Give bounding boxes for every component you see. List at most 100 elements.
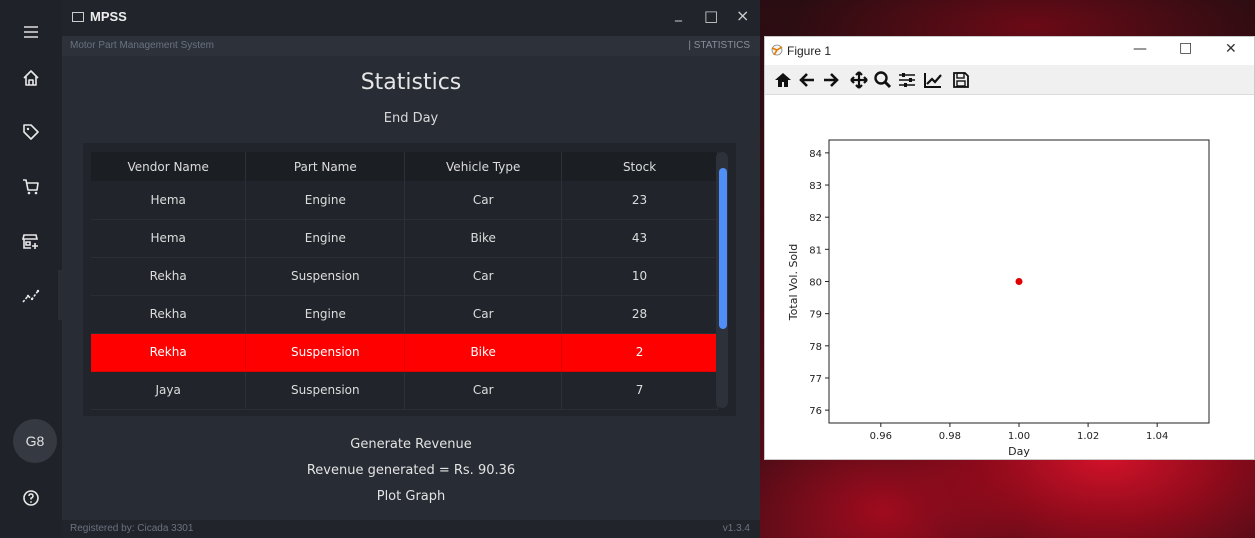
column-header-vehicle[interactable]: Vehicle Type [404,152,563,181]
zoom-icon[interactable] [873,71,893,89]
sidebar-item-cart[interactable] [0,159,62,215]
cell-vendor: Hema [91,219,247,258]
figure-maximize-button[interactable]: □ [1179,40,1192,56]
table-row[interactable]: Hema Engine Bike 43 [91,219,718,258]
cell-vehicle: Car [404,181,563,220]
cell-part: Suspension [245,257,406,296]
cell-vehicle: Car [404,257,563,296]
app-title: MPSS [72,9,127,24]
app-title-text: MPSS [90,9,127,24]
table-row[interactable]: Rekha Suspension Bike 2 [91,333,718,372]
figure-title: Figure 1 [787,44,832,58]
avatar[interactable]: G8 [13,419,57,463]
home-icon [23,70,39,86]
sidebar-item-statistics[interactable] [0,268,62,324]
y-tick-label: 84 [809,149,822,160]
scrollbar-thumb[interactable] [719,168,727,329]
table-row[interactable]: Jaya Suspension Car 7 [91,371,718,410]
x-tick-label: 1.02 [1077,431,1099,442]
cell-part: Suspension [245,371,406,410]
generate-revenue-button[interactable]: Generate Revenue [62,437,760,452]
cell-vehicle: Car [404,295,563,334]
cell-vendor: Rekha [91,257,247,296]
configure-icon[interactable] [897,71,917,89]
cell-stock: 28 [561,295,718,334]
x-tick-label: 1.04 [1146,431,1168,442]
title-bar[interactable]: MPSS _ □ × [62,0,760,36]
cell-part: Suspension [245,333,406,372]
figure-title-bar[interactable]: Figure 1 — □ ✕ [765,37,1254,65]
sidebar-item-store[interactable] [0,214,62,270]
cell-stock: 43 [561,219,718,258]
y-tick-label: 82 [809,213,822,224]
active-indicator [58,270,62,320]
figure-window: Figure 1 — □ ✕ 76 77 78 79 80 81 82 83 8… [764,36,1255,460]
x-tick-label: 0.98 [939,431,961,442]
registered-by: Registered by: Cicada 3301 [70,523,194,534]
app-subtitle: Motor Part Management System [70,40,214,51]
edit-axis-icon[interactable] [923,71,943,89]
matplotlib-logo-icon [771,44,783,56]
figure-toolbar [765,65,1254,95]
y-tick-label: 77 [809,374,822,385]
revenue-result: Revenue generated = Rs. 90.36 [306,463,516,478]
table-row[interactable]: Hema Engine Car 23 [91,181,718,220]
page-title: Statistics [360,70,462,95]
window-icon [72,12,84,22]
help-icon [23,490,39,506]
column-header-part[interactable]: Part Name [245,152,406,181]
sub-header: Motor Part Management System | STATISTIC… [62,36,760,56]
figure-close-button[interactable]: ✕ [1225,41,1237,57]
home-icon[interactable] [773,71,793,89]
cell-vendor: Hema [91,181,247,220]
cell-part: Engine [245,181,406,220]
pan-icon[interactable] [849,71,869,89]
cell-stock: 10 [561,257,718,296]
cell-vendor: Rekha [91,295,247,334]
save-icon[interactable] [951,71,971,89]
minimize-button[interactable]: _ [675,6,682,22]
section-tag: | STATISTICS [688,40,750,51]
menu-icon [24,26,38,38]
sidebar-item-parts[interactable] [0,104,62,160]
column-header-vendor[interactable]: Vendor Name [91,152,247,181]
store-add-icon [21,234,39,249]
cell-stock: 2 [561,333,718,372]
y-tick-label: 79 [809,310,822,321]
plot-graph-button[interactable]: Plot Graph [62,489,760,504]
data-point [1015,278,1023,285]
cell-part: Engine [245,295,406,334]
y-tick-label: 76 [809,406,822,417]
y-tick-label: 83 [809,181,822,192]
version-label: v1.3.4 [722,523,750,534]
back-icon[interactable] [797,71,817,89]
cell-vendor: Jaya [91,371,247,410]
figure-minimize-button[interactable]: — [1133,41,1147,57]
y-tick-label: 81 [809,245,822,256]
table-header-row: Vendor Name Part Name Vehicle Type Stock [91,152,718,181]
sidebar-item-home[interactable] [0,50,62,106]
chart-icon [22,289,40,303]
maximize-button[interactable]: □ [704,7,718,25]
x-tick-label: 0.96 [870,431,892,442]
y-tick-label: 80 [809,278,822,289]
mpss-window: G8 MPSS _ □ × Motor Part Management Syst… [0,0,760,538]
column-header-stock[interactable]: Stock [561,152,718,181]
cell-part: Engine [245,219,406,258]
cell-vendor: Rekha [91,333,247,372]
cell-vehicle: Car [404,371,563,410]
cell-vehicle: Bike [404,333,563,372]
cell-stock: 7 [561,371,718,410]
cell-stock: 23 [561,181,718,220]
x-tick-label: 1.00 [1008,431,1030,442]
y-axis-label: Total Vol. Sold [787,244,800,321]
stock-table: Vendor Name Part Name Vehicle Type Stock… [91,152,718,410]
table-row[interactable]: Rekha Engine Car 28 [91,295,718,334]
stock-table-container: Vendor Name Part Name Vehicle Type Stock… [83,143,736,416]
forward-icon[interactable] [821,71,841,89]
x-axis-label: Day [1008,445,1030,458]
help-button[interactable] [0,470,62,526]
cell-vehicle: Bike [404,219,563,258]
close-button[interactable]: × [736,6,749,25]
table-row[interactable]: Rekha Suspension Car 10 [91,257,718,296]
